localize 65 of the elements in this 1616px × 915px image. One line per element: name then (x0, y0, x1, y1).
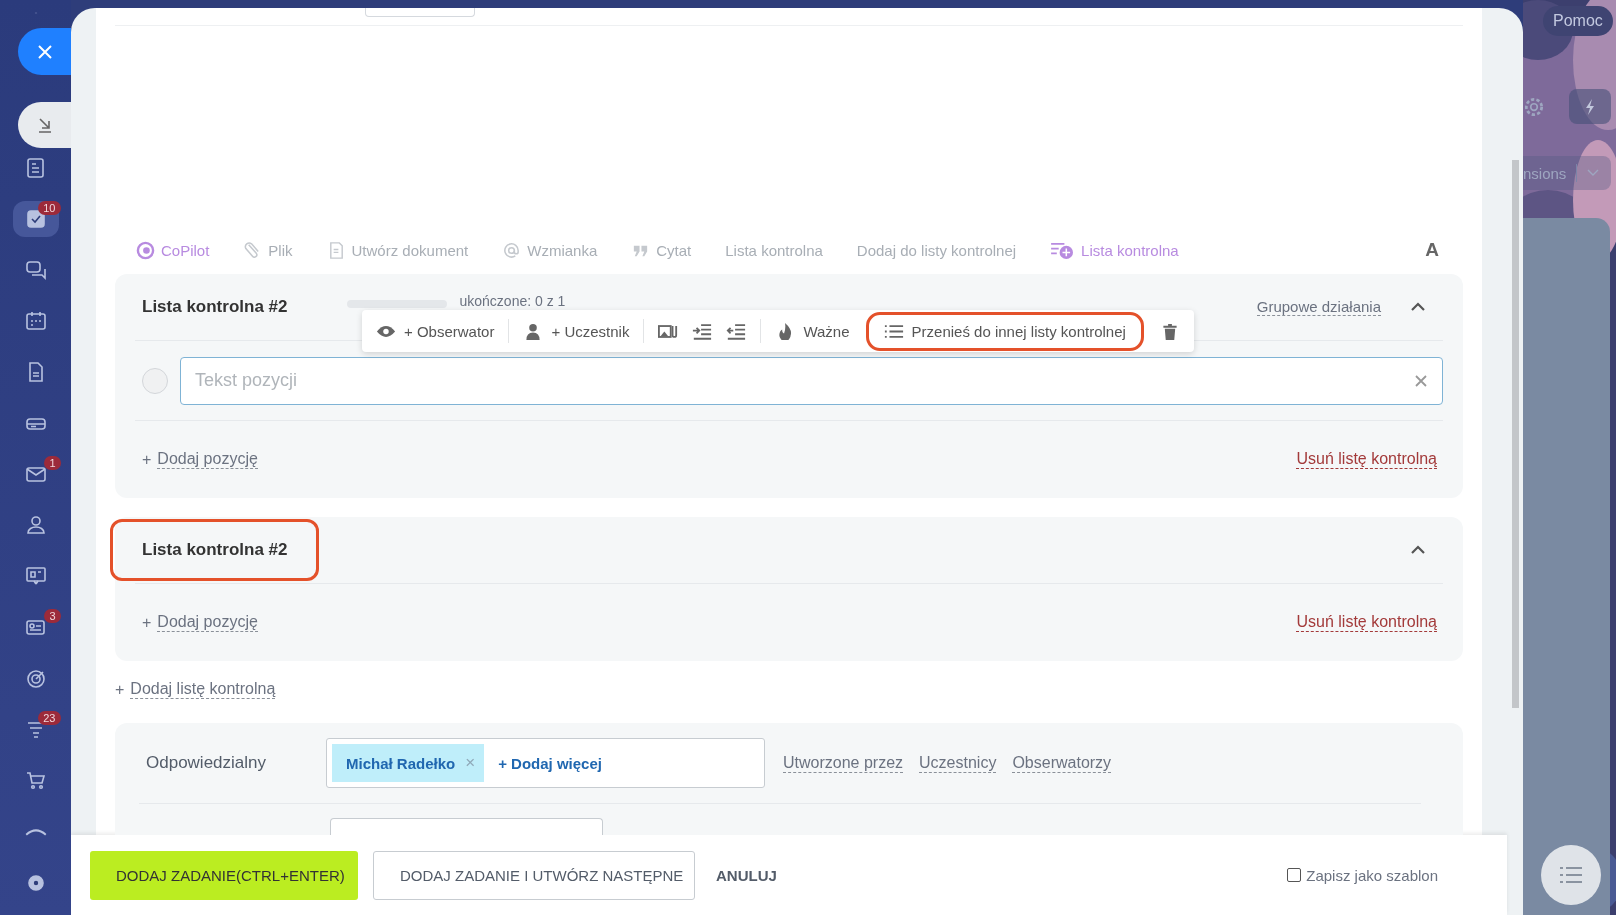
attach-button[interactable] (658, 322, 679, 340)
image-attach-icon (658, 322, 679, 340)
count-badge: 10 (38, 201, 61, 215)
help-button[interactable]: Pomoc (1543, 6, 1613, 36)
field-label: Odpowiedzialny (146, 753, 267, 773)
checkbox[interactable] (1287, 868, 1302, 882)
item-input-field[interactable]: Tekst pozycji (180, 356, 1443, 405)
add-item-link[interactable]: Dodaj pozycję (157, 450, 258, 469)
copilot-icon (136, 240, 155, 260)
list-icon (883, 322, 904, 340)
scrollbar[interactable] (1512, 160, 1519, 708)
delete-checklist-link[interactable]: Usuń listę kontrolną (1296, 613, 1437, 632)
add-more-link[interactable]: + Dodaj więcej (498, 754, 602, 772)
add-checklist-link[interactable]: Dodaj listę kontrolną (130, 680, 276, 699)
add-item-link[interactable]: Dodaj pozycję (157, 613, 258, 632)
important-button[interactable]: Ważne (775, 322, 850, 340)
group-actions-link[interactable]: Grupowe działania (1256, 298, 1381, 316)
chevron-down-icon (1587, 169, 1600, 177)
text-field[interactable] (365, 8, 475, 17)
count-badge: 1 (44, 456, 61, 470)
cancel-button[interactable]: ANULUJ (710, 850, 783, 900)
arrow-down-right-icon (36, 117, 53, 133)
plus-sign: + (142, 613, 152, 632)
outdent-button[interactable] (726, 322, 747, 340)
add-task-button[interactable]: DODAJ ZADANIE(CTRL+ENTER) (90, 850, 358, 900)
chat-icon (23, 258, 48, 282)
user-name: Michał Radełko (346, 754, 456, 772)
add-and-create-next-button[interactable]: DODAJ ZADANIE I UTWÓRZ NASTĘPNE (373, 850, 695, 900)
list-icon (1559, 866, 1583, 884)
format-button[interactable]: A (1419, 238, 1445, 262)
checklist-sparkle-icon (1050, 240, 1076, 260)
close-icon (36, 43, 53, 60)
lightning-icon (1585, 98, 1595, 115)
sidebar-item[interactable]: 23 (12, 711, 59, 747)
sidebar-item[interactable]: 1 (12, 456, 59, 492)
outdent-icon (726, 322, 747, 340)
chevron-up-icon[interactable] (1411, 302, 1425, 312)
chevron-up-icon[interactable] (1411, 545, 1425, 555)
plus-sign: + (142, 450, 152, 469)
role-link[interactable]: Utworzone przez (783, 753, 904, 773)
checklist-title: Lista kontrolna #2 (110, 519, 320, 581)
checkbox-label: Zapisz jako szablon (1306, 866, 1438, 884)
clear-icon[interactable] (1415, 374, 1427, 387)
at-sign-icon (502, 240, 522, 260)
minimize-button[interactable] (18, 102, 71, 148)
checklist-title: Lista kontrolna #2 (142, 297, 288, 317)
delete-checklist-link[interactable]: Usuń listę kontrolną (1296, 450, 1437, 469)
sidebar-item[interactable]: 3 (12, 609, 59, 645)
chevron-up-icon (24, 826, 47, 836)
indent-button[interactable] (692, 322, 713, 340)
close-button[interactable] (18, 28, 71, 75)
count-badge: 23 (38, 711, 61, 725)
calendar-icon (23, 309, 48, 333)
sidebar-item[interactable]: 10 (12, 201, 59, 237)
add-observer-button[interactable]: + Obserwator (376, 322, 495, 340)
add-participant-button[interactable]: + Uczestnik (523, 322, 630, 340)
role-link[interactable]: Obserwatorzy (1012, 753, 1112, 773)
indent-icon (692, 322, 713, 340)
move-button[interactable]: Przenieś do innej listy kontrolnej (865, 311, 1144, 351)
lightning-button[interactable] (1569, 89, 1611, 124)
plus-sign: + (115, 680, 125, 699)
assignee-field[interactable]: Michał Radełko × + Dodaj więcej (326, 738, 765, 788)
role-link[interactable]: Uczestnicy (919, 753, 997, 773)
count-badge: 3 (44, 609, 61, 623)
progress-text: ukończone: 0 z 1 (459, 293, 566, 309)
